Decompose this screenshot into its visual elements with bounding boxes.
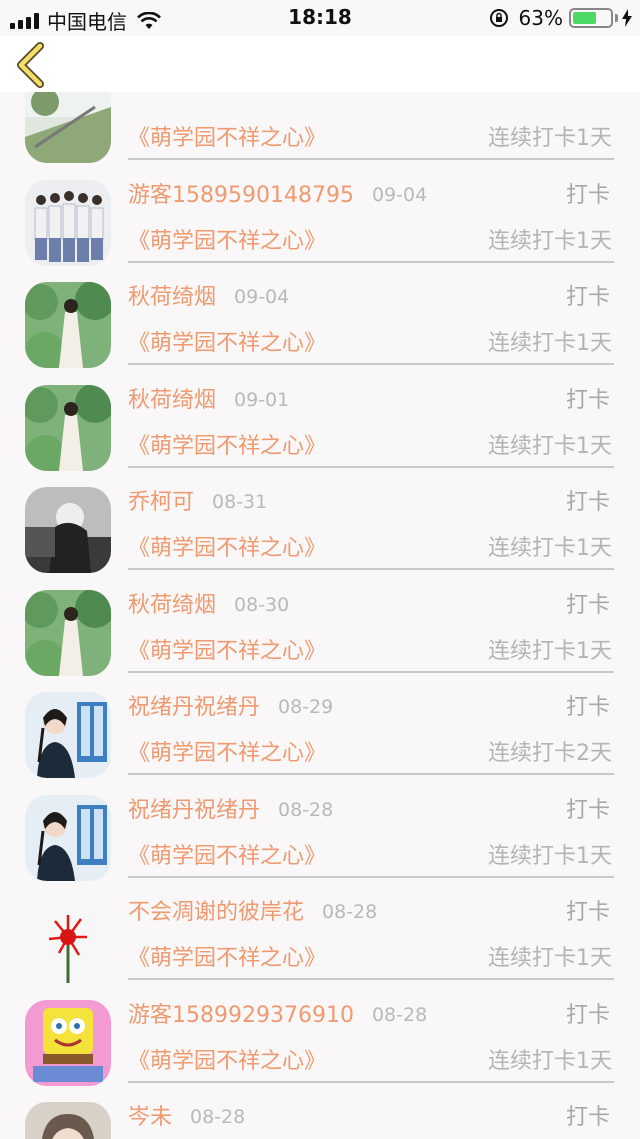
avatar[interactable]: [25, 179, 111, 266]
user-name: 秋荷绮烟 08-30: [128, 592, 290, 618]
book-title[interactable]: 《萌学园不祥之心》: [128, 325, 326, 357]
user-name: 乔柯可 08-31: [128, 490, 268, 515]
avatar[interactable]: [25, 1102, 111, 1139]
checkin-label: 打卡: [565, 1002, 610, 1028]
charging-icon: [622, 9, 632, 27]
streak-label: 连续打卡1天: [488, 1048, 612, 1074]
list-item[interactable]: 秋荷绮烟 09-04 打卡 《萌学园不祥之心》 连续打卡1天: [0, 263, 640, 368]
user-name: 游客1589929376910 08-28: [128, 1002, 428, 1028]
list-item[interactable]: 祝绪丹祝绪丹 08-28 打卡 《萌学园不祥之心》 连续打卡1天: [0, 776, 640, 881]
checkin-label: 打卡: [565, 490, 610, 515]
user-name: 不会凋谢的彼岸花 08-28: [128, 900, 378, 925]
checkin-date: 09-04: [234, 286, 290, 308]
battery-cap: [615, 14, 618, 22]
user-name: 祝绪丹祝绪丹 08-28: [128, 797, 334, 823]
checkin-date: 08-28: [322, 901, 378, 923]
chevron-left-icon: [17, 42, 44, 88]
rotation-lock-icon: [489, 9, 508, 27]
checkin-date: 08-28: [371, 1003, 428, 1026]
list-item[interactable]: 乔柯可 08-31 打卡 《萌学园不祥之心》 连续打卡1天: [0, 468, 640, 573]
avatar[interactable]: [25, 589, 111, 676]
list-item[interactable]: 岑未 08-28 打卡: [0, 1083, 640, 1139]
checkin-label: 打卡: [565, 387, 610, 413]
status-right: 63%: [489, 6, 632, 30]
streak-label: 连续打卡1天: [488, 946, 612, 971]
checkin-label: 打卡: [565, 182, 610, 208]
status-bar: 中国电信 18:18 63%: [0, 0, 640, 36]
book-title[interactable]: 《萌学园不祥之心》: [128, 530, 326, 562]
checkin-label: 打卡: [565, 1105, 610, 1130]
avatar[interactable]: [25, 282, 111, 368]
book-title[interactable]: 《萌学园不祥之心》: [128, 940, 326, 972]
checkin-date: 08-31: [212, 491, 268, 513]
streak-label: 连续打卡1天: [488, 536, 612, 561]
checkin-date: 09-01: [234, 388, 290, 411]
streak-label: 连续打卡1天: [488, 228, 612, 254]
checkin-label: 打卡: [565, 592, 610, 618]
book-title[interactable]: 《萌学园不祥之心》: [128, 633, 326, 665]
checkin-date: 08-30: [234, 593, 290, 616]
streak-label: 连续打卡1天: [488, 433, 612, 459]
book-title[interactable]: 《萌学园不祥之心》: [128, 1043, 326, 1075]
streak-label: 连续打卡1天: [488, 638, 612, 664]
checkin-label: 打卡: [565, 695, 610, 720]
checkin-date: 09-04: [371, 183, 428, 206]
avatar[interactable]: [25, 794, 111, 881]
list-item[interactable]: 不会凋谢的彼岸花 08-28 打卡 《萌学园不祥之心》 连续打卡1天: [0, 878, 640, 983]
avatar[interactable]: [25, 999, 111, 1086]
avatar[interactable]: [25, 692, 111, 778]
streak-label: 连续打卡1天: [488, 843, 612, 869]
back-button[interactable]: [10, 40, 54, 90]
user-name: 游客1589590148795 09-04: [128, 182, 428, 208]
streak-label: 连续打卡2天: [488, 741, 612, 766]
list-item[interactable]: 游客1589929376910 08-28 打卡 《萌学园不祥之心》 连续打卡1天: [0, 981, 640, 1086]
book-title[interactable]: 《萌学园不祥之心》: [128, 223, 326, 255]
checkin-label: 打卡: [565, 285, 610, 310]
user-name: 岑未 08-28: [128, 1105, 246, 1130]
list-item[interactable]: 祝绪丹祝绪丹 08-29 打卡 《萌学园不祥之心》 连续打卡2天: [0, 673, 640, 778]
checkin-label: 打卡: [565, 797, 610, 823]
avatar[interactable]: [25, 487, 111, 573]
nav-bar: [0, 36, 640, 92]
user-name: 秋荷绮烟 09-01: [128, 387, 290, 413]
checkin-label: 打卡: [565, 900, 610, 925]
book-title[interactable]: 《萌学园不祥之心》: [128, 838, 326, 870]
avatar[interactable]: [25, 384, 111, 471]
battery-level: [573, 12, 596, 24]
list-item[interactable]: 游客1589590148795 09-04 打卡 《萌学园不祥之心》 连续打卡1天: [0, 161, 640, 266]
streak-label: 连续打卡1天: [488, 331, 612, 356]
battery-icon: [569, 8, 613, 28]
avatar[interactable]: [25, 897, 111, 983]
list-item[interactable]: 秋荷绮烟 09-01 打卡 《萌学园不祥之心》 连续打卡1天: [0, 366, 640, 471]
checkin-date: 08-29: [278, 696, 334, 718]
checkin-date: 08-28: [278, 798, 334, 821]
streak-label: 连续打卡1天: [488, 126, 612, 151]
list-item[interactable]: 秋荷绮烟 08-30 打卡 《萌学园不祥之心》 连续打卡1天: [0, 571, 640, 676]
checkin-date: 08-28: [190, 1106, 246, 1128]
book-title[interactable]: 《萌学园不祥之心》: [128, 120, 326, 152]
book-title[interactable]: 《萌学园不祥之心》: [128, 428, 326, 460]
battery-percent: 63%: [518, 6, 563, 30]
user-name: 祝绪丹祝绪丹 08-29: [128, 695, 334, 720]
book-title[interactable]: 《萌学园不祥之心》: [128, 735, 326, 767]
user-name: 秋荷绮烟 09-04: [128, 285, 290, 310]
